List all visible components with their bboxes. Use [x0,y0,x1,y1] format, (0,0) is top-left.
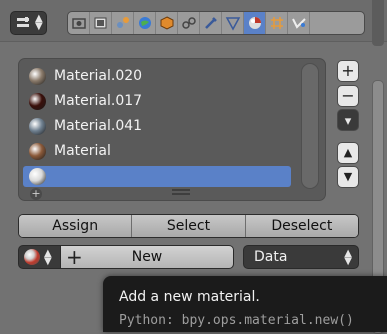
list-item-label: Material.017 [54,93,143,109]
data-icon [225,17,241,31]
add-slot-button[interactable]: + [337,60,359,82]
plus-icon: + [341,61,355,80]
scene-icon [117,17,129,28]
material-slot-list: Material.020 Material.017 Material.041 M… [18,58,326,201]
list-item-label: Material.020 [54,68,143,84]
tab-world[interactable] [134,12,156,34]
remove-slot-button[interactable]: − [337,85,359,107]
chevron-down-icon: ▼ [343,170,353,183]
list-item-selected[interactable] [23,166,291,187]
editor-type-button[interactable]: ▲ ▼ [10,11,47,35]
object-icon [160,16,174,30]
select-button[interactable]: Select [132,215,246,237]
slot-action-buttons: Assign Select Deselect [18,214,359,238]
tab-scene[interactable] [112,12,134,34]
list-item-label: Material.041 [54,118,143,134]
texture-icon [271,17,283,29]
link-data-dropdown[interactable]: Data ▲ ▼ [243,245,359,269]
properties-editor-icon [17,17,29,27]
material-preview-icon [29,118,46,135]
material-icon [249,17,261,29]
tab-texture[interactable] [266,12,288,34]
tab-particles[interactable] [288,12,310,34]
context-tab-bar [67,11,365,35]
tab-material[interactable] [244,12,266,34]
material-preview-icon [29,68,46,85]
tooltip: Add a new material. Python: bpy.ops.mate… [103,276,387,332]
assign-button[interactable]: Assign [19,215,133,237]
render-icon [72,18,86,29]
particles-icon [292,18,306,29]
tab-data[interactable] [222,12,244,34]
browse-material-button[interactable]: ▲ ▼ [18,245,61,269]
material-icon [24,249,40,265]
list-item[interactable]: Material.041 [23,114,291,139]
list-item[interactable]: Material.017 [23,89,291,114]
material-preview-icon [29,93,46,110]
tooltip-python: Python: bpy.ops.material.new() [119,313,354,328]
minus-icon: − [341,86,355,105]
tooltip-title: Add a new material. [119,289,260,305]
list-item[interactable]: Material.020 [23,64,291,89]
dropdown-arrow-icon: ▾ [344,114,352,129]
tab-render[interactable] [68,12,90,34]
world-icon [139,17,151,29]
modifiers-icon [205,17,217,29]
list-scrollbar[interactable] [301,63,319,189]
move-up-button[interactable]: ▲ [337,142,359,164]
tab-object[interactable] [156,12,178,34]
list-item-label: Material [54,143,111,159]
new-material-label: New [131,249,163,265]
list-item[interactable]: Material [23,139,291,164]
updown-arrows-icon: ▲ ▼ [344,248,352,267]
tab-render-layers[interactable] [90,12,112,34]
link-data-label: Data [254,249,288,265]
tab-constraints[interactable] [178,12,200,34]
deselect-button[interactable]: Deselect [245,215,358,237]
material-preview-icon [29,143,46,160]
material-preview-icon [29,168,46,185]
tab-modifiers[interactable] [200,12,222,34]
new-material-button[interactable]: + New [60,245,234,269]
updown-arrows-icon: ▲ ▼ [35,13,43,32]
expand-filter-icon[interactable]: + [30,188,42,200]
chevron-up-icon: ▲ [343,146,353,159]
header-scrollbar[interactable] [372,0,384,46]
move-down-button[interactable]: ▼ [337,166,359,188]
render-layers-icon [94,17,107,29]
constraints-icon [182,17,196,29]
updown-arrows-icon: ▲ ▼ [44,248,52,267]
specials-menu-button[interactable]: ▾ [337,109,359,131]
list-resize-grip[interactable] [172,189,190,195]
